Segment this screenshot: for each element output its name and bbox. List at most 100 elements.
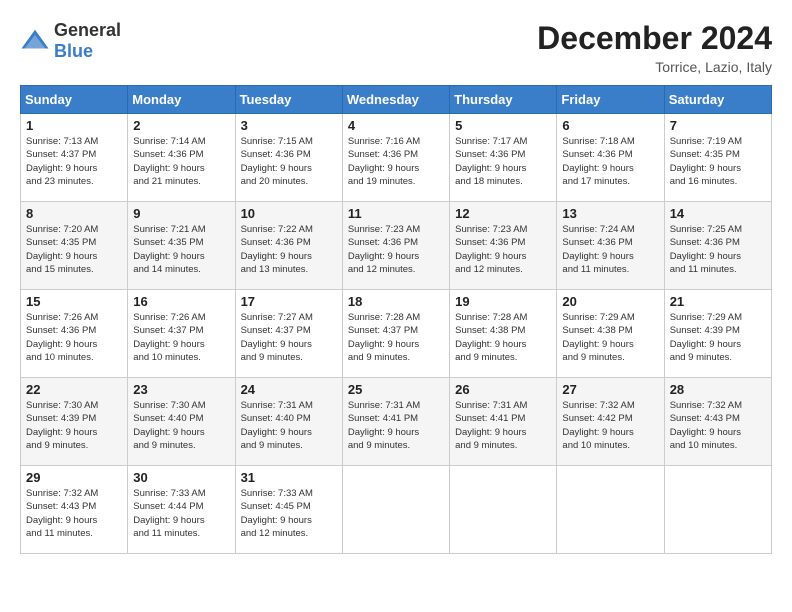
day-info: Sunrise: 7:31 AM Sunset: 4:41 PM Dayligh… <box>348 399 444 452</box>
day-info: Sunrise: 7:16 AM Sunset: 4:36 PM Dayligh… <box>348 135 444 188</box>
day-number: 4 <box>348 118 444 133</box>
day-info: Sunrise: 7:20 AM Sunset: 4:35 PM Dayligh… <box>26 223 122 276</box>
day-info: Sunrise: 7:13 AM Sunset: 4:37 PM Dayligh… <box>26 135 122 188</box>
col-tuesday: Tuesday <box>235 86 342 114</box>
calendar-week-4: 22Sunrise: 7:30 AM Sunset: 4:39 PM Dayli… <box>21 378 772 466</box>
calendar-header-row: Sunday Monday Tuesday Wednesday Thursday… <box>21 86 772 114</box>
calendar-cell: 15Sunrise: 7:26 AM Sunset: 4:36 PM Dayli… <box>21 290 128 378</box>
calendar-cell: 31 Sunrise: 7:33 AM Sunset: 4:45 PM Dayli… <box>235 466 342 554</box>
day-number: 19 <box>455 294 551 309</box>
day-number: 2 <box>133 118 229 133</box>
day-number: 27 <box>562 382 658 397</box>
calendar-cell: 19 Sunrise: 7:28 AM Sunset: 4:38 PM Dayli… <box>450 290 557 378</box>
day-info: Sunrise: 7:30 AM Sunset: 4:40 PM Dayligh… <box>133 399 229 452</box>
day-number: 26 <box>455 382 551 397</box>
day-info: Sunrise: 7:21 AM Sunset: 4:35 PM Dayligh… <box>133 223 229 276</box>
day-info: Sunrise: 7:28 AM Sunset: 4:38 PM Dayligh… <box>455 311 551 364</box>
calendar-cell: 3 Sunrise: 7:15 AM Sunset: 4:36 PM Daylig… <box>235 114 342 202</box>
calendar-cell: 8 Sunrise: 7:20 AM Sunset: 4:35 PM Daylig… <box>21 202 128 290</box>
col-friday: Friday <box>557 86 664 114</box>
logo-blue-text: Blue <box>54 41 93 61</box>
calendar-cell: 2Sunrise: 7:14 AM Sunset: 4:36 PM Daylig… <box>128 114 235 202</box>
calendar-week-3: 15Sunrise: 7:26 AM Sunset: 4:36 PM Dayli… <box>21 290 772 378</box>
calendar-cell: 25Sunrise: 7:31 AM Sunset: 4:41 PM Dayli… <box>342 378 449 466</box>
calendar-table: Sunday Monday Tuesday Wednesday Thursday… <box>20 85 772 554</box>
day-number: 14 <box>670 206 766 221</box>
day-number: 24 <box>241 382 337 397</box>
location-title: Torrice, Lazio, Italy <box>537 59 772 75</box>
calendar-cell: 29 Sunrise: 7:32 AM Sunset: 4:43 PM Dayli… <box>21 466 128 554</box>
calendar-cell: 1 Sunrise: 7:13 AM Sunset: 4:37 PM Daylig… <box>21 114 128 202</box>
calendar-week-2: 8 Sunrise: 7:20 AM Sunset: 4:35 PM Daylig… <box>21 202 772 290</box>
calendar-cell: 14Sunrise: 7:25 AM Sunset: 4:36 PM Dayli… <box>664 202 771 290</box>
day-info: Sunrise: 7:15 AM Sunset: 4:36 PM Dayligh… <box>241 135 337 188</box>
day-number: 17 <box>241 294 337 309</box>
calendar-cell <box>664 466 771 554</box>
day-info: Sunrise: 7:27 AM Sunset: 4:37 PM Dayligh… <box>241 311 337 364</box>
calendar-cell: 27 Sunrise: 7:32 AM Sunset: 4:42 PM Dayli… <box>557 378 664 466</box>
calendar-week-1: 1 Sunrise: 7:13 AM Sunset: 4:37 PM Daylig… <box>21 114 772 202</box>
day-info: Sunrise: 7:33 AM Sunset: 4:45 PM Dayligh… <box>241 487 337 540</box>
calendar-week-5: 29 Sunrise: 7:32 AM Sunset: 4:43 PM Dayli… <box>21 466 772 554</box>
day-info: Sunrise: 7:28 AM Sunset: 4:37 PM Dayligh… <box>348 311 444 364</box>
day-number: 13 <box>562 206 658 221</box>
day-info: Sunrise: 7:18 AM Sunset: 4:36 PM Dayligh… <box>562 135 658 188</box>
day-info: Sunrise: 7:23 AM Sunset: 4:36 PM Dayligh… <box>348 223 444 276</box>
day-number: 6 <box>562 118 658 133</box>
day-number: 10 <box>241 206 337 221</box>
day-info: Sunrise: 7:29 AM Sunset: 4:38 PM Dayligh… <box>562 311 658 364</box>
day-info: Sunrise: 7:32 AM Sunset: 4:43 PM Dayligh… <box>670 399 766 452</box>
col-wednesday: Wednesday <box>342 86 449 114</box>
day-number: 16 <box>133 294 229 309</box>
calendar-cell: 30Sunrise: 7:33 AM Sunset: 4:44 PM Dayli… <box>128 466 235 554</box>
day-number: 29 <box>26 470 122 485</box>
calendar-cell: 18 Sunrise: 7:28 AM Sunset: 4:37 PM Dayli… <box>342 290 449 378</box>
logo: General Blue <box>20 20 121 62</box>
col-saturday: Saturday <box>664 86 771 114</box>
day-info: Sunrise: 7:32 AM Sunset: 4:43 PM Dayligh… <box>26 487 122 540</box>
day-info: Sunrise: 7:19 AM Sunset: 4:35 PM Dayligh… <box>670 135 766 188</box>
day-number: 21 <box>670 294 766 309</box>
calendar-cell: 10 Sunrise: 7:22 AM Sunset: 4:36 PM Dayli… <box>235 202 342 290</box>
day-info: Sunrise: 7:31 AM Sunset: 4:40 PM Dayligh… <box>241 399 337 452</box>
title-block: December 2024 Torrice, Lazio, Italy <box>537 20 772 75</box>
calendar-cell: 22Sunrise: 7:30 AM Sunset: 4:39 PM Dayli… <box>21 378 128 466</box>
calendar-cell: 13 Sunrise: 7:24 AM Sunset: 4:36 PM Dayli… <box>557 202 664 290</box>
calendar-cell: 23 Sunrise: 7:30 AM Sunset: 4:40 PM Dayli… <box>128 378 235 466</box>
calendar-cell: 12Sunrise: 7:23 AM Sunset: 4:36 PM Dayli… <box>450 202 557 290</box>
day-info: Sunrise: 7:24 AM Sunset: 4:36 PM Dayligh… <box>562 223 658 276</box>
col-thursday: Thursday <box>450 86 557 114</box>
calendar-cell: 17 Sunrise: 7:27 AM Sunset: 4:37 PM Dayli… <box>235 290 342 378</box>
day-number: 1 <box>26 118 122 133</box>
day-number: 20 <box>562 294 658 309</box>
day-info: Sunrise: 7:22 AM Sunset: 4:36 PM Dayligh… <box>241 223 337 276</box>
day-info: Sunrise: 7:33 AM Sunset: 4:44 PM Dayligh… <box>133 487 229 540</box>
month-title: December 2024 <box>537 20 772 57</box>
day-number: 22 <box>26 382 122 397</box>
calendar-cell: 28 Sunrise: 7:32 AM Sunset: 4:43 PM Dayli… <box>664 378 771 466</box>
day-number: 18 <box>348 294 444 309</box>
calendar-cell <box>342 466 449 554</box>
day-info: Sunrise: 7:17 AM Sunset: 4:36 PM Dayligh… <box>455 135 551 188</box>
col-sunday: Sunday <box>21 86 128 114</box>
day-info: Sunrise: 7:26 AM Sunset: 4:36 PM Dayligh… <box>26 311 122 364</box>
calendar-cell: 4 Sunrise: 7:16 AM Sunset: 4:36 PM Daylig… <box>342 114 449 202</box>
day-info: Sunrise: 7:32 AM Sunset: 4:42 PM Dayligh… <box>562 399 658 452</box>
day-number: 12 <box>455 206 551 221</box>
calendar-cell: 21 Sunrise: 7:29 AM Sunset: 4:39 PM Dayli… <box>664 290 771 378</box>
day-number: 3 <box>241 118 337 133</box>
day-number: 8 <box>26 206 122 221</box>
day-info: Sunrise: 7:31 AM Sunset: 4:41 PM Dayligh… <box>455 399 551 452</box>
day-info: Sunrise: 7:29 AM Sunset: 4:39 PM Dayligh… <box>670 311 766 364</box>
day-number: 5 <box>455 118 551 133</box>
day-number: 28 <box>670 382 766 397</box>
calendar-cell: 5 Sunrise: 7:17 AM Sunset: 4:36 PM Daylig… <box>450 114 557 202</box>
page-header: General Blue December 2024 Torrice, Lazi… <box>20 20 772 75</box>
logo-icon <box>20 26 50 56</box>
logo-general-text: General <box>54 20 121 40</box>
calendar-cell: 11Sunrise: 7:23 AM Sunset: 4:36 PM Dayli… <box>342 202 449 290</box>
calendar-cell: 20 Sunrise: 7:29 AM Sunset: 4:38 PM Dayli… <box>557 290 664 378</box>
day-number: 31 <box>241 470 337 485</box>
day-number: 23 <box>133 382 229 397</box>
col-monday: Monday <box>128 86 235 114</box>
